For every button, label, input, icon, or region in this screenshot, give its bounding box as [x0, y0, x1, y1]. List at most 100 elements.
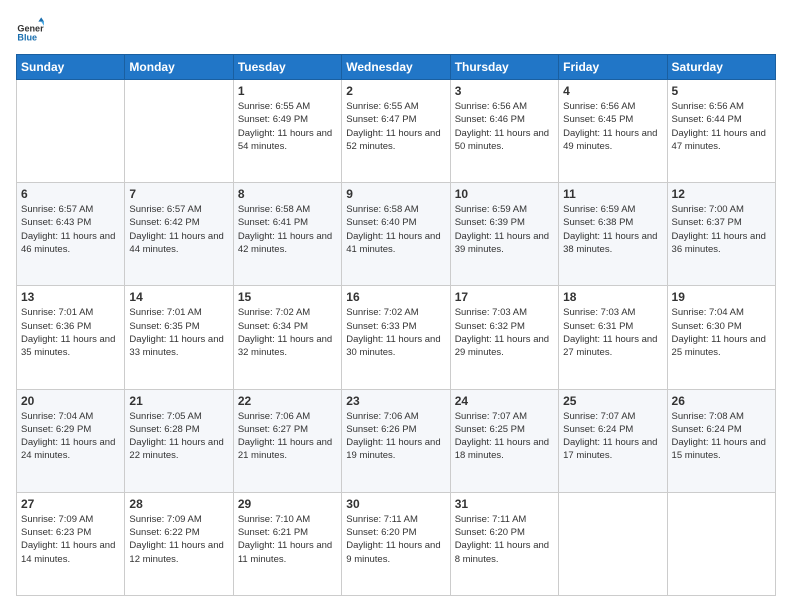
- day-info: Sunrise: 6:57 AM Sunset: 6:42 PM Dayligh…: [129, 203, 228, 256]
- day-cell: 10 Sunrise: 6:59 AM Sunset: 6:39 PM Dayli…: [450, 183, 558, 286]
- day-number: 7: [129, 187, 228, 201]
- day-info: Sunrise: 7:05 AM Sunset: 6:28 PM Dayligh…: [129, 410, 228, 463]
- day-number: 18: [563, 290, 662, 304]
- day-cell: 31 Sunrise: 7:11 AM Sunset: 6:20 PM Dayli…: [450, 492, 558, 595]
- day-info: Sunrise: 7:09 AM Sunset: 6:22 PM Dayligh…: [129, 513, 228, 566]
- day-info: Sunrise: 7:02 AM Sunset: 6:34 PM Dayligh…: [238, 306, 337, 359]
- day-info: Sunrise: 7:06 AM Sunset: 6:27 PM Dayligh…: [238, 410, 337, 463]
- day-info: Sunrise: 6:59 AM Sunset: 6:39 PM Dayligh…: [455, 203, 554, 256]
- day-cell: 7 Sunrise: 6:57 AM Sunset: 6:42 PM Daylig…: [125, 183, 233, 286]
- day-cell: 4 Sunrise: 6:56 AM Sunset: 6:45 PM Daylig…: [559, 80, 667, 183]
- day-number: 28: [129, 497, 228, 511]
- day-info: Sunrise: 7:07 AM Sunset: 6:24 PM Dayligh…: [563, 410, 662, 463]
- day-cell: 11Sunrise: 6:59 AM Sunset: 6:38 PM Dayli…: [559, 183, 667, 286]
- week-row-3: 13 Sunrise: 7:01 AM Sunset: 6:36 PM Dayli…: [17, 286, 776, 389]
- day-info: Sunrise: 7:09 AM Sunset: 6:23 PM Dayligh…: [21, 513, 120, 566]
- week-row-4: 20Sunrise: 7:04 AM Sunset: 6:29 PM Dayli…: [17, 389, 776, 492]
- day-number: 22: [238, 394, 337, 408]
- day-cell: 30 Sunrise: 7:11 AM Sunset: 6:20 PM Dayli…: [342, 492, 450, 595]
- day-info: Sunrise: 7:06 AM Sunset: 6:26 PM Dayligh…: [346, 410, 445, 463]
- day-cell: 24 Sunrise: 7:07 AM Sunset: 6:25 PM Dayli…: [450, 389, 558, 492]
- day-number: 17: [455, 290, 554, 304]
- day-number: 3: [455, 84, 554, 98]
- day-info: Sunrise: 6:56 AM Sunset: 6:44 PM Dayligh…: [672, 100, 771, 153]
- day-number: 10: [455, 187, 554, 201]
- day-info: Sunrise: 6:55 AM Sunset: 6:47 PM Dayligh…: [346, 100, 445, 153]
- day-cell: 16 Sunrise: 7:02 AM Sunset: 6:33 PM Dayli…: [342, 286, 450, 389]
- day-cell: 20Sunrise: 7:04 AM Sunset: 6:29 PM Dayli…: [17, 389, 125, 492]
- day-cell: 26 Sunrise: 7:08 AM Sunset: 6:24 PM Dayli…: [667, 389, 775, 492]
- weekday-header-wednesday: Wednesday: [342, 55, 450, 80]
- day-info: Sunrise: 6:58 AM Sunset: 6:40 PM Dayligh…: [346, 203, 445, 256]
- week-row-1: 1 Sunrise: 6:55 AM Sunset: 6:49 PM Daylig…: [17, 80, 776, 183]
- general-blue-logo-icon: General Blue: [16, 16, 44, 44]
- day-info: Sunrise: 7:11 AM Sunset: 6:20 PM Dayligh…: [455, 513, 554, 566]
- day-cell: 8 Sunrise: 6:58 AM Sunset: 6:41 PM Daylig…: [233, 183, 341, 286]
- day-number: 12: [672, 187, 771, 201]
- day-info: Sunrise: 7:04 AM Sunset: 6:30 PM Dayligh…: [672, 306, 771, 359]
- day-number: 1: [238, 84, 337, 98]
- calendar-body: 1 Sunrise: 6:55 AM Sunset: 6:49 PM Daylig…: [17, 80, 776, 596]
- day-info: Sunrise: 6:55 AM Sunset: 6:49 PM Dayligh…: [238, 100, 337, 153]
- day-info: Sunrise: 7:10 AM Sunset: 6:21 PM Dayligh…: [238, 513, 337, 566]
- day-cell: 9 Sunrise: 6:58 AM Sunset: 6:40 PM Daylig…: [342, 183, 450, 286]
- day-info: Sunrise: 7:02 AM Sunset: 6:33 PM Dayligh…: [346, 306, 445, 359]
- weekday-header-sunday: Sunday: [17, 55, 125, 80]
- day-number: 4: [563, 84, 662, 98]
- day-info: Sunrise: 7:03 AM Sunset: 6:32 PM Dayligh…: [455, 306, 554, 359]
- day-info: Sunrise: 6:56 AM Sunset: 6:45 PM Dayligh…: [563, 100, 662, 153]
- day-cell: 27 Sunrise: 7:09 AM Sunset: 6:23 PM Dayli…: [17, 492, 125, 595]
- day-number: 19: [672, 290, 771, 304]
- day-cell: 28 Sunrise: 7:09 AM Sunset: 6:22 PM Dayli…: [125, 492, 233, 595]
- day-number: 9: [346, 187, 445, 201]
- weekday-header-friday: Friday: [559, 55, 667, 80]
- day-number: 25: [563, 394, 662, 408]
- header: General Blue: [16, 16, 776, 44]
- day-info: Sunrise: 7:07 AM Sunset: 6:25 PM Dayligh…: [455, 410, 554, 463]
- day-cell: 15Sunrise: 7:02 AM Sunset: 6:34 PM Dayli…: [233, 286, 341, 389]
- day-cell: 18 Sunrise: 7:03 AM Sunset: 6:31 PM Dayli…: [559, 286, 667, 389]
- day-info: Sunrise: 7:03 AM Sunset: 6:31 PM Dayligh…: [563, 306, 662, 359]
- day-number: 27: [21, 497, 120, 511]
- weekday-header-thursday: Thursday: [450, 55, 558, 80]
- day-number: 23: [346, 394, 445, 408]
- day-number: 5: [672, 84, 771, 98]
- day-cell: 25 Sunrise: 7:07 AM Sunset: 6:24 PM Dayli…: [559, 389, 667, 492]
- day-info: Sunrise: 7:01 AM Sunset: 6:36 PM Dayligh…: [21, 306, 120, 359]
- calendar-header: SundayMondayTuesdayWednesdayThursdayFrid…: [17, 55, 776, 80]
- day-info: Sunrise: 7:08 AM Sunset: 6:24 PM Dayligh…: [672, 410, 771, 463]
- weekday-header-tuesday: Tuesday: [233, 55, 341, 80]
- day-info: Sunrise: 7:11 AM Sunset: 6:20 PM Dayligh…: [346, 513, 445, 566]
- day-number: 6: [21, 187, 120, 201]
- day-cell: [559, 492, 667, 595]
- calendar-table: SundayMondayTuesdayWednesdayThursdayFrid…: [16, 54, 776, 596]
- day-cell: [125, 80, 233, 183]
- day-cell: 23 Sunrise: 7:06 AM Sunset: 6:26 PM Dayli…: [342, 389, 450, 492]
- day-cell: 29 Sunrise: 7:10 AM Sunset: 6:21 PM Dayli…: [233, 492, 341, 595]
- day-number: 2: [346, 84, 445, 98]
- day-info: Sunrise: 6:58 AM Sunset: 6:41 PM Dayligh…: [238, 203, 337, 256]
- day-cell: 21Sunrise: 7:05 AM Sunset: 6:28 PM Dayli…: [125, 389, 233, 492]
- day-cell: 17 Sunrise: 7:03 AM Sunset: 6:32 PM Dayli…: [450, 286, 558, 389]
- day-info: Sunrise: 7:01 AM Sunset: 6:35 PM Dayligh…: [129, 306, 228, 359]
- day-number: 30: [346, 497, 445, 511]
- day-cell: 3 Sunrise: 6:56 AM Sunset: 6:46 PM Daylig…: [450, 80, 558, 183]
- day-number: 16: [346, 290, 445, 304]
- day-cell: [17, 80, 125, 183]
- day-number: 29: [238, 497, 337, 511]
- day-number: 31: [455, 497, 554, 511]
- week-row-2: 6Sunrise: 6:57 AM Sunset: 6:43 PM Daylig…: [17, 183, 776, 286]
- day-number: 8: [238, 187, 337, 201]
- page: General Blue SundayMondayTuesdayWednesda…: [0, 0, 792, 612]
- day-info: Sunrise: 6:56 AM Sunset: 6:46 PM Dayligh…: [455, 100, 554, 153]
- day-number: 26: [672, 394, 771, 408]
- day-cell: 2 Sunrise: 6:55 AM Sunset: 6:47 PM Daylig…: [342, 80, 450, 183]
- day-number: 13: [21, 290, 120, 304]
- day-cell: 12 Sunrise: 7:00 AM Sunset: 6:37 PM Dayli…: [667, 183, 775, 286]
- weekday-header-row: SundayMondayTuesdayWednesdayThursdayFrid…: [17, 55, 776, 80]
- day-cell: 13 Sunrise: 7:01 AM Sunset: 6:36 PM Dayli…: [17, 286, 125, 389]
- day-info: Sunrise: 7:00 AM Sunset: 6:37 PM Dayligh…: [672, 203, 771, 256]
- day-cell: 19 Sunrise: 7:04 AM Sunset: 6:30 PM Dayli…: [667, 286, 775, 389]
- day-cell: 5 Sunrise: 6:56 AM Sunset: 6:44 PM Daylig…: [667, 80, 775, 183]
- day-number: 24: [455, 394, 554, 408]
